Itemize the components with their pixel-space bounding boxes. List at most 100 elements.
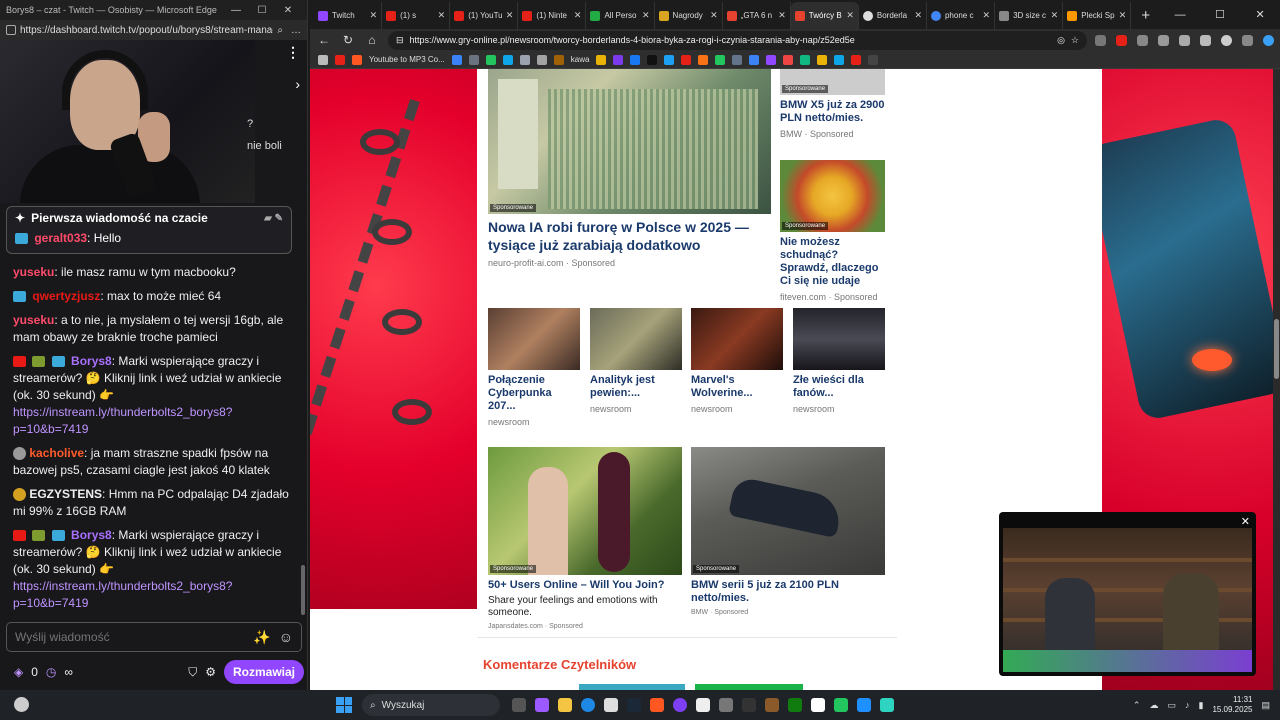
bookmark-icon[interactable] [868, 54, 879, 65]
facebook-icon[interactable] [630, 54, 641, 65]
task-view-icon[interactable] [512, 698, 526, 712]
news-title[interactable]: Złe wieści dla fanów... [793, 374, 885, 400]
chat-username[interactable]: Borys8 [71, 528, 112, 542]
close-button[interactable]: ✕ [275, 5, 301, 16]
bookmark-icon[interactable] [519, 54, 530, 65]
ad-card-bmw-x5[interactable]: Sponsorowane BMW X5 już za 2900 PLN nett… [780, 69, 885, 139]
copilot-icon[interactable] [1263, 34, 1274, 46]
tab-youtube-2[interactable]: (1) YouTube ✕ [450, 2, 519, 29]
bookmark-icon[interactable] [715, 54, 726, 65]
network-icon[interactable]: ▭ [1167, 700, 1176, 711]
extension-icon[interactable] [1095, 34, 1106, 46]
start-button[interactable] [336, 697, 352, 713]
app-icon[interactable] [765, 698, 779, 712]
bookmark-icon[interactable] [596, 54, 607, 65]
close-pip-icon[interactable]: ✕ [1241, 515, 1250, 528]
tab-nagrody[interactable]: Nagrody ✕ [655, 2, 723, 29]
minimize-button[interactable]: — [223, 5, 249, 16]
bookmark-icon[interactable] [698, 54, 709, 65]
bookmark-kawa[interactable]: kawa [571, 55, 590, 64]
bookmark-icon[interactable] [732, 54, 743, 65]
tab-twitch[interactable]: Twitch ✕ [314, 2, 383, 29]
close-tab-icon[interactable]: ✕ [983, 10, 991, 21]
news-title[interactable]: Analityk jest pewien:... [590, 374, 682, 400]
bookmark-icon[interactable] [335, 54, 345, 65]
ad-card-users-online[interactable]: Sponsorowane 50+ Users Online – Will You… [488, 447, 682, 630]
chat-username[interactable]: yuseku [13, 265, 54, 279]
close-window-button[interactable]: ✕ [1240, 2, 1280, 29]
extension-icon[interactable] [1116, 34, 1127, 46]
zoom-icon[interactable]: ⌕ [277, 25, 283, 36]
extensions-icon[interactable] [1137, 34, 1148, 46]
close-tab-icon[interactable]: ✕ [438, 10, 446, 21]
back-arrow-icon[interactable]: ← [316, 33, 332, 47]
bookmark-icon[interactable] [318, 54, 328, 65]
battery-icon[interactable]: ▮ [1198, 700, 1203, 711]
page-scrollbar-thumb[interactable] [1274, 319, 1279, 379]
close-tab-icon[interactable]: ✕ [642, 10, 650, 21]
clock[interactable]: 11:31 15.09.2025 [1212, 695, 1252, 715]
ad-title[interactable]: Nie możesz schudnąć? Sprawdź, dlaczego C… [780, 236, 885, 288]
magic-wand-icon[interactable]: ✨ [253, 629, 270, 646]
collections-icon[interactable] [1200, 34, 1211, 46]
ad-card-food[interactable]: Sponsorowane Nie możesz schudnąć? Sprawd… [780, 160, 885, 302]
chat-username[interactable]: qwertyzjusz [32, 289, 100, 303]
close-tab-icon[interactable]: ✕ [574, 10, 582, 21]
profile-avatar[interactable] [1221, 34, 1232, 46]
tab-phone[interactable]: phone c ✕ [927, 2, 996, 29]
split-screen-icon[interactable] [1158, 34, 1169, 46]
settings-icon[interactable]: ⚙ [205, 665, 216, 679]
tab-plecki[interactable]: Plecki Sp ✕ [1063, 2, 1132, 29]
chevron-up-icon[interactable]: ⌃ [1133, 700, 1141, 711]
app-icon[interactable] [742, 698, 756, 712]
tab-nintendo[interactable]: (1) Ninte ✕ [518, 2, 587, 29]
chat-link[interactable]: https://instream.ly/thunderbolts2_borys8… [13, 579, 232, 610]
bookmark-icon[interactable] [468, 54, 479, 65]
bookmark-icon[interactable] [851, 54, 862, 65]
chat-input[interactable] [15, 630, 246, 644]
chevron-right-icon[interactable]: › [295, 76, 300, 92]
weather-icon[interactable] [14, 697, 29, 712]
close-tab-icon[interactable]: ✕ [778, 10, 786, 21]
taskbar-search[interactable]: ⌕ Wyszukaj [362, 694, 500, 716]
bookmark-icon[interactable] [681, 54, 692, 65]
maximize-button[interactable]: ☐ [1200, 2, 1240, 29]
app-icon[interactable] [857, 698, 871, 712]
home-icon[interactable]: ⌂ [364, 33, 380, 47]
news-title[interactable]: Połączenie Cyberpunka 207... [488, 374, 580, 413]
bookmark-icon[interactable] [553, 54, 564, 65]
ad-title[interactable]: BMW serii 5 już za 2100 PLN netto/mies. [691, 579, 885, 605]
ad-card-main[interactable]: Sponsorowane Nowa IA robi furorę w Polsc… [488, 69, 771, 268]
news-card-wolverine[interactable]: Marvel's Wolverine... newsroom [691, 308, 783, 414]
terminal-icon[interactable] [719, 698, 733, 712]
app-icon[interactable] [880, 698, 894, 712]
news-title[interactable]: Marvel's Wolverine... [691, 374, 783, 400]
bookmark-icon[interactable] [613, 54, 624, 65]
chat-link[interactable]: https://instream.ly/thunderbolts2_borys8… [13, 405, 232, 436]
notifications-icon[interactable]: ▤ [1261, 700, 1270, 711]
news-card-zle-wiesci[interactable]: Złe wieści dla fanów... newsroom [793, 308, 885, 414]
news-card-cyberpunk[interactable]: Połączenie Cyberpunka 207... newsroom [488, 308, 580, 427]
emote-picker-icon[interactable]: ☺ [279, 629, 293, 645]
favorite-star-icon[interactable]: ☆ [1071, 35, 1079, 46]
picture-in-picture-video[interactable]: ✕ [999, 512, 1256, 676]
xbox-icon[interactable] [788, 698, 802, 712]
ad-title[interactable]: BMW X5 już za 2900 PLN netto/mies. [780, 99, 885, 125]
chat-username[interactable]: Borys8 [71, 354, 112, 368]
copilot-app-icon[interactable] [535, 698, 549, 712]
bookmark-icon[interactable] [783, 54, 794, 65]
chat-input-box[interactable]: ✨ ☺ [6, 622, 302, 652]
app-icon[interactable] [604, 698, 618, 712]
steam-icon[interactable] [627, 698, 641, 712]
channel-points-icon[interactable]: ◈ [14, 665, 23, 679]
shield-icon[interactable]: ⛉ [188, 665, 197, 680]
maximize-button[interactable]: ☐ [249, 5, 275, 16]
tab-3d-size[interactable]: 3D size c ✕ [995, 2, 1064, 29]
bookmark-icon[interactable] [800, 54, 811, 65]
bookmark-icon[interactable] [749, 54, 760, 65]
bookmark-icon[interactable] [664, 54, 675, 65]
tab-gta6[interactable]: „GTA 6 n ✕ [723, 2, 791, 29]
bookmark-youtube-mp3[interactable]: Youtube to MP3 Co... [369, 55, 445, 64]
tab-tworcy-borderlands[interactable]: Twórcy B ✕ [790, 2, 859, 29]
pinned-actions-icon[interactable]: ▰ ✎ [264, 213, 283, 224]
